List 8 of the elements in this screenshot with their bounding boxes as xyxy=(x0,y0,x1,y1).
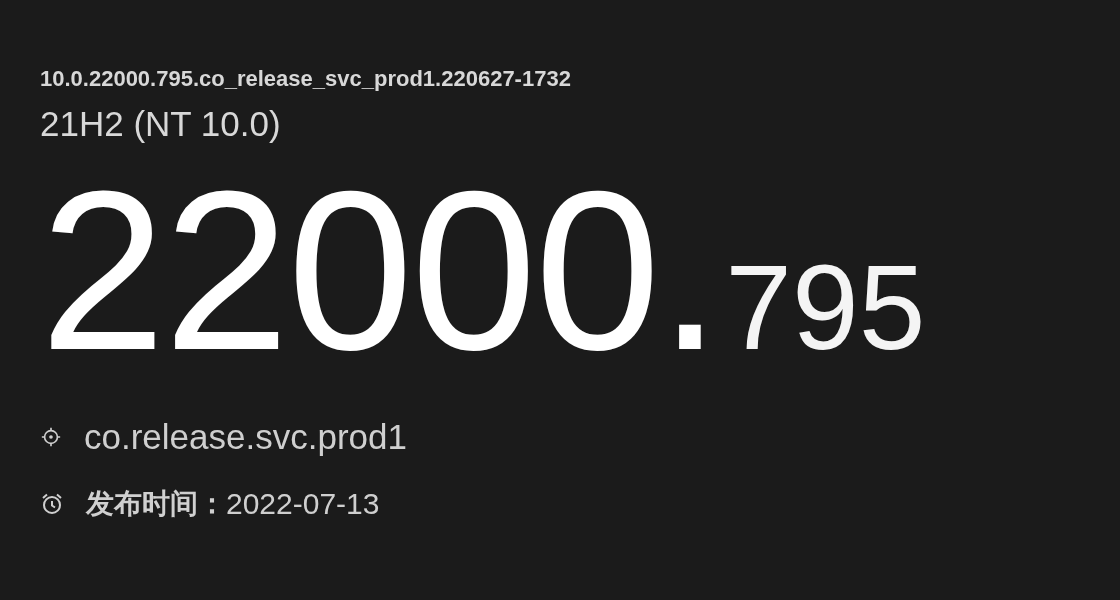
revision-number: 795 xyxy=(725,239,926,376)
version-label: 21H2 (NT 10.0) xyxy=(40,103,282,145)
release-date-label: 发布时间： xyxy=(86,487,226,521)
full-build-string: 10.0.22000.795.co_release_svc_prod1.220627-1732 xyxy=(40,65,572,93)
branch-label: co.release.svc.prod1 xyxy=(84,417,407,457)
release-date-value: 2022-07-13 xyxy=(226,487,380,521)
build-number: 22000. xyxy=(40,148,720,393)
alarm-clock-icon xyxy=(40,492,64,516)
